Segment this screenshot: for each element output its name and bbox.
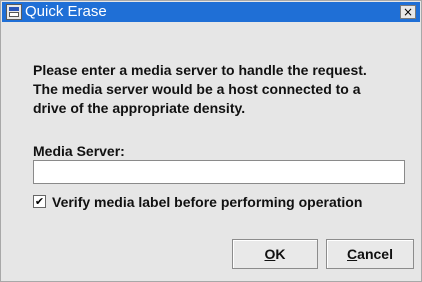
cancel-button[interactable]: Cancel bbox=[326, 239, 414, 269]
media-server-input[interactable] bbox=[33, 160, 405, 184]
ok-mnemonic: O bbox=[264, 246, 276, 262]
cancel-mnemonic: C bbox=[347, 246, 358, 262]
verify-checkbox-label[interactable]: Verify media label before performing ope… bbox=[52, 194, 362, 210]
message-line: The media server would be a host connect… bbox=[33, 81, 361, 97]
ok-button[interactable]: OK bbox=[232, 239, 318, 269]
quick-erase-dialog: Quick Erase × Please enter a media serve… bbox=[0, 0, 422, 282]
message-line: Please enter a media server to handle th… bbox=[33, 62, 367, 78]
instruction-message: Please enter a media server to handle th… bbox=[33, 61, 413, 118]
title-bar[interactable]: Quick Erase × bbox=[2, 2, 420, 22]
cancel-label-rest: ancel bbox=[357, 246, 393, 262]
ok-label-rest: K bbox=[275, 246, 286, 262]
verify-checkbox[interactable]: ✔ bbox=[33, 195, 46, 208]
dialog-title: Quick Erase bbox=[25, 3, 107, 20]
media-erase-icon bbox=[6, 4, 22, 20]
close-icon[interactable]: × bbox=[400, 5, 416, 19]
message-line: drive of the appropriate density. bbox=[33, 100, 246, 116]
media-server-label: Media Server: bbox=[33, 143, 125, 159]
